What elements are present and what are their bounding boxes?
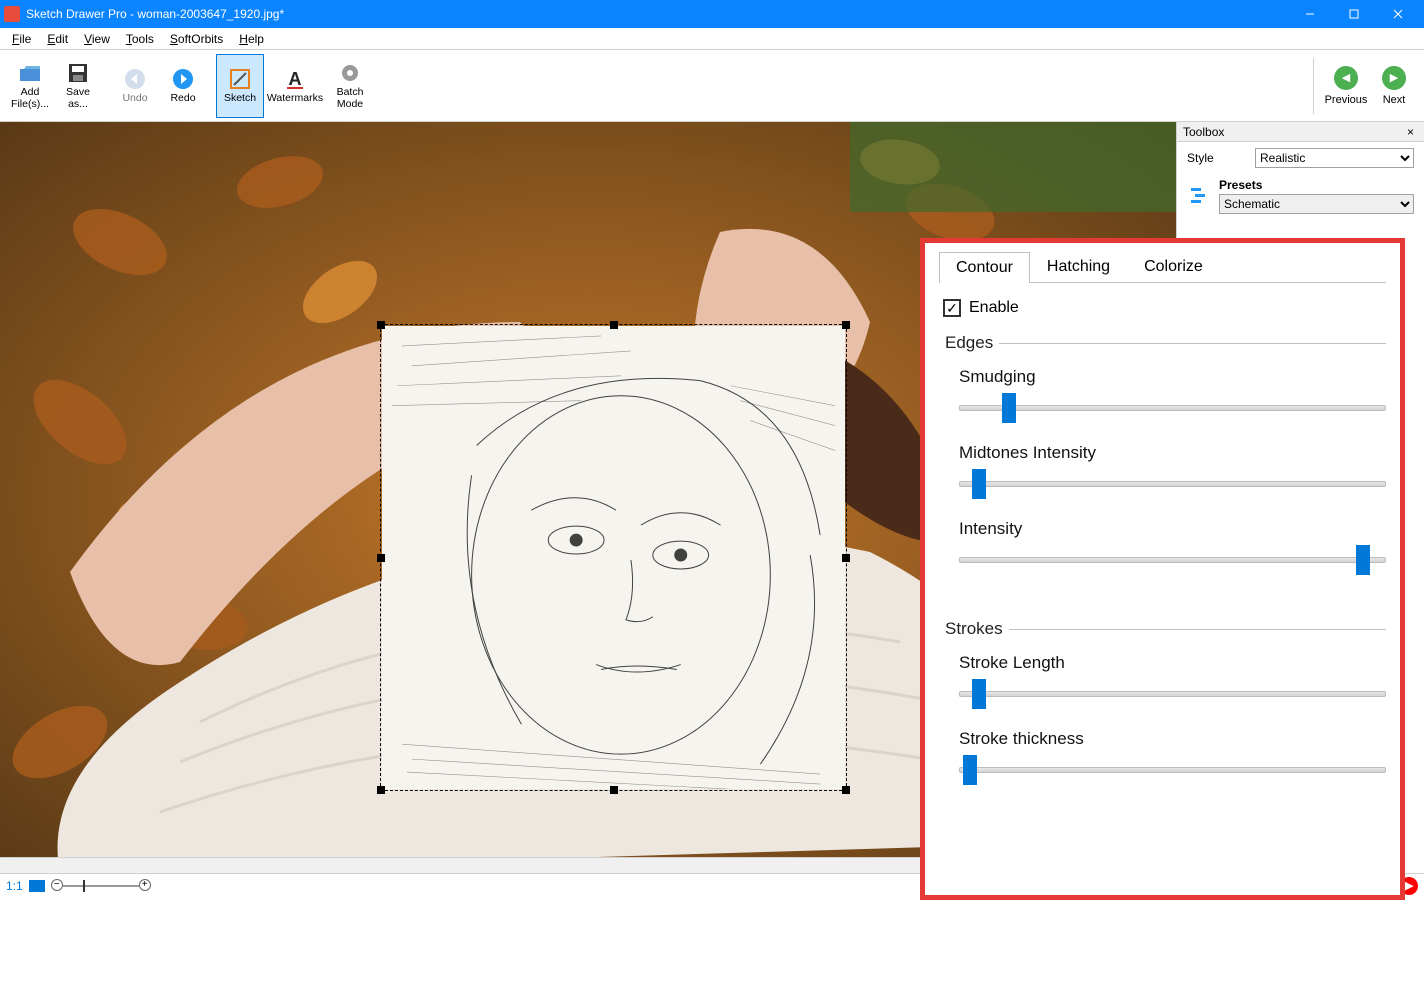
save-as-label: Save as... xyxy=(55,87,101,110)
intensity-label: Intensity xyxy=(959,519,1386,539)
previous-button[interactable]: ◀ Previous xyxy=(1322,66,1370,106)
batch-mode-button[interactable]: Batch Mode xyxy=(326,54,374,118)
style-select[interactable]: Realistic xyxy=(1255,148,1414,168)
batch-label: Batch Mode xyxy=(327,87,373,110)
stroke-length-slider[interactable] xyxy=(959,683,1386,703)
zoom-ratio-button[interactable]: 1:1 xyxy=(6,879,23,893)
checkbox-icon: ✓ xyxy=(943,299,961,317)
toolbar: Add File(s)... Save as... Undo Redo Sket… xyxy=(0,50,1424,122)
menu-help[interactable]: Help xyxy=(231,30,272,48)
watermarks-label: Watermarks xyxy=(267,93,323,105)
tab-contour[interactable]: Contour xyxy=(939,252,1030,283)
midtones-label: Midtones Intensity xyxy=(959,443,1386,463)
watermark-icon: A xyxy=(283,67,307,91)
toolbox-title: Toolbox xyxy=(1183,125,1403,139)
save-as-button[interactable]: Save as... xyxy=(54,54,102,118)
handle-top-right[interactable] xyxy=(842,321,850,329)
window-title: Sketch Drawer Pro - woman-2003647_1920.j… xyxy=(26,7,1288,21)
intensity-slider[interactable] xyxy=(959,549,1386,569)
redo-label: Redo xyxy=(170,93,195,105)
midtones-slider[interactable] xyxy=(959,473,1386,493)
sketch-icon xyxy=(228,67,252,91)
minimize-button[interactable] xyxy=(1288,0,1332,28)
menu-view[interactable]: View xyxy=(76,30,118,48)
handle-middle-left[interactable] xyxy=(377,554,385,562)
handle-bottom-left[interactable] xyxy=(377,786,385,794)
presets-icon xyxy=(1189,185,1209,208)
add-file-label: Add File(s)... xyxy=(7,87,53,110)
maximize-button[interactable] xyxy=(1332,0,1376,28)
arrow-right-icon: ▶ xyxy=(1382,66,1406,90)
arrow-left-icon: ◀ xyxy=(1334,66,1358,90)
fit-to-window-button[interactable] xyxy=(29,880,45,892)
enable-checkbox[interactable]: ✓ Enable xyxy=(943,299,1382,317)
undo-label: Undo xyxy=(122,93,147,105)
presets-label: Presets xyxy=(1219,178,1414,192)
handle-top-left[interactable] xyxy=(377,321,385,329)
handle-middle-right[interactable] xyxy=(842,554,850,562)
redo-icon xyxy=(171,67,195,91)
app-icon xyxy=(4,6,20,22)
menu-tools[interactable]: Tools xyxy=(118,30,162,48)
stroke-thickness-slider[interactable] xyxy=(959,759,1386,779)
sketch-label: Sketch xyxy=(224,93,256,105)
smudging-label: Smudging xyxy=(959,367,1386,387)
menu-file[interactable]: File xyxy=(4,30,39,48)
handle-top-middle[interactable] xyxy=(610,321,618,329)
presets-select[interactable]: Schematic xyxy=(1219,194,1414,214)
next-button[interactable]: ▶ Next xyxy=(1370,66,1418,106)
sketch-preview xyxy=(382,326,845,789)
folder-open-icon xyxy=(18,61,42,85)
sketch-button[interactable]: Sketch xyxy=(216,54,264,118)
zoom-slider[interactable]: − + xyxy=(51,878,151,894)
style-label: Style xyxy=(1187,151,1247,165)
add-file-button[interactable]: Add File(s)... xyxy=(6,54,54,118)
stroke-length-label: Stroke Length xyxy=(959,653,1386,673)
tab-colorize[interactable]: Colorize xyxy=(1127,251,1220,282)
redo-button[interactable]: Redo xyxy=(159,54,207,118)
selection-rectangle[interactable] xyxy=(380,324,847,791)
contour-settings-panel: Contour Hatching Colorize ✓ Enable Edges… xyxy=(920,238,1405,900)
menubar: File Edit View Tools SoftOrbits Help xyxy=(0,28,1424,50)
stroke-thickness-label: Stroke thickness xyxy=(959,729,1386,749)
zoom-in-button[interactable]: + xyxy=(139,879,151,891)
tab-hatching[interactable]: Hatching xyxy=(1030,251,1127,282)
titlebar: Sketch Drawer Pro - woman-2003647_1920.j… xyxy=(0,0,1424,28)
contour-tabs: Contour Hatching Colorize xyxy=(939,251,1386,283)
gear-icon xyxy=(338,61,362,85)
zoom-out-button[interactable]: − xyxy=(51,879,63,891)
save-icon xyxy=(66,61,90,85)
next-label: Next xyxy=(1383,94,1406,106)
close-button[interactable] xyxy=(1376,0,1420,28)
handle-bottom-right[interactable] xyxy=(842,786,850,794)
strokes-legend: Strokes xyxy=(939,619,1009,639)
previous-label: Previous xyxy=(1325,94,1368,106)
undo-button[interactable]: Undo xyxy=(111,54,159,118)
watermarks-button[interactable]: A Watermarks xyxy=(264,54,326,118)
smudging-slider[interactable] xyxy=(959,397,1386,417)
menu-softorbits[interactable]: SoftOrbits xyxy=(162,30,231,48)
menu-edit[interactable]: Edit xyxy=(39,30,76,48)
enable-label: Enable xyxy=(969,299,1019,317)
undo-icon xyxy=(123,67,147,91)
edges-legend: Edges xyxy=(939,333,999,353)
svg-text:A: A xyxy=(289,69,302,89)
toolbox-close-button[interactable]: × xyxy=(1403,125,1418,139)
handle-bottom-middle[interactable] xyxy=(610,786,618,794)
